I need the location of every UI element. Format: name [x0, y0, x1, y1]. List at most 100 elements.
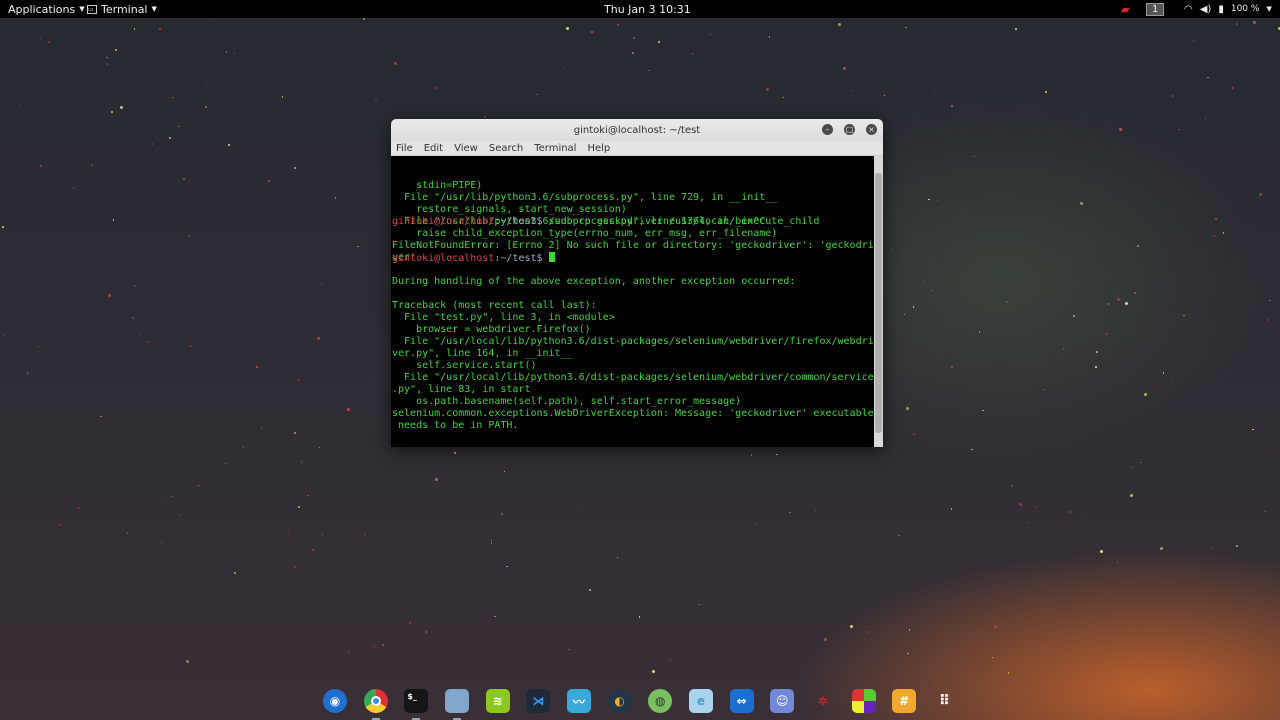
show-applications-icon[interactable]: ⠿: [933, 689, 957, 713]
workspace-indicator[interactable]: 1: [1146, 0, 1165, 18]
prompt-path: :~/test$: [494, 253, 543, 264]
star: [171, 495, 174, 498]
recording-icon[interactable]: ▰: [1121, 0, 1129, 18]
star: [206, 80, 209, 83]
applications-label: Applications: [8, 2, 76, 16]
dock-spotify-icon[interactable]: ≋: [485, 689, 510, 713]
star: [106, 56, 108, 59]
star: [212, 115, 215, 118]
star: [1134, 292, 1136, 294]
dock-spider-icon[interactable]: ✲: [811, 689, 835, 713]
star: [281, 96, 284, 98]
star: [935, 89, 937, 92]
star: [883, 94, 886, 97]
star: [1170, 377, 1173, 380]
menu-terminal[interactable]: Terminal: [534, 143, 576, 154]
clock[interactable]: Thu Jan 3 10:31: [604, 0, 691, 18]
star: [225, 51, 228, 53]
minimize-button[interactable]: –: [822, 124, 833, 135]
menu-view[interactable]: View: [454, 143, 478, 154]
dock-edge-icon[interactable]: e: [688, 689, 713, 713]
star: [951, 105, 953, 107]
star: [294, 167, 296, 169]
title-bar[interactable]: gintoki@localhost: ~/test – □ ×: [391, 119, 883, 141]
star: [866, 631, 868, 633]
star: [823, 637, 827, 641]
star: [1116, 298, 1120, 302]
star: [898, 534, 900, 537]
star: [890, 249, 893, 251]
scrollbar[interactable]: [874, 156, 883, 447]
star: [287, 532, 290, 535]
star: [782, 96, 784, 99]
star: [370, 426, 373, 429]
star: [169, 137, 171, 139]
star: [1239, 629, 1241, 632]
star: [162, 498, 165, 501]
star: [589, 589, 591, 591]
terminal-app-menu[interactable]: ▭ Terminal ▼: [87, 0, 157, 18]
star: [912, 306, 915, 308]
close-button[interactable]: ×: [866, 124, 877, 135]
menu-file[interactable]: File: [396, 143, 413, 154]
star: [100, 415, 102, 418]
star: [178, 514, 181, 516]
star: [1131, 466, 1133, 469]
menu-edit[interactable]: Edit: [424, 143, 443, 154]
star: [294, 432, 296, 434]
system-status-menu[interactable]: ◠ ◀) ▮ 100 % ▼: [1184, 0, 1272, 18]
star: [307, 494, 309, 497]
star: [1131, 328, 1134, 331]
star: [115, 49, 117, 51]
star: [566, 27, 570, 31]
star: [1231, 87, 1234, 89]
star: [106, 63, 108, 65]
star: [978, 331, 981, 333]
star: [490, 542, 493, 544]
star: [632, 52, 634, 54]
star: [536, 93, 538, 96]
star: [982, 409, 984, 412]
star: [1253, 21, 1257, 25]
star: [384, 340, 387, 343]
star: [262, 524, 265, 527]
terminal-output[interactable]: stdin=PIPE) File "/usr/lib/python3.6/sub…: [392, 156, 874, 447]
dock-system-monitor-icon[interactable]: 〰: [566, 689, 591, 713]
star: [210, 18, 213, 21]
star: [1105, 333, 1108, 335]
dock-vscode-icon[interactable]: ⋊: [526, 689, 551, 713]
dock-discord-icon[interactable]: ☺: [770, 689, 795, 713]
star: [691, 52, 694, 55]
dock-terminal-icon[interactable]: $_: [404, 689, 429, 720]
star: [2, 226, 4, 228]
menu-search[interactable]: Search: [489, 143, 523, 154]
dock-colors-icon[interactable]: [851, 689, 876, 713]
applications-menu[interactable]: Applications ▼: [8, 0, 85, 18]
star: [1067, 137, 1070, 140]
star: [334, 197, 337, 199]
menu-help[interactable]: Help: [587, 143, 610, 154]
terminal-line: File "/usr/local/lib/python3.6/dist-pack…: [392, 336, 874, 347]
star: [951, 366, 953, 368]
window-title: gintoki@localhost: ~/test: [573, 124, 701, 136]
dock-scratch-icon[interactable]: ◐: [607, 689, 632, 713]
dock-teamviewer-icon[interactable]: ⇔: [729, 689, 754, 713]
dock-chrome-icon[interactable]: [363, 689, 388, 720]
dock-files-icon[interactable]: [444, 689, 469, 720]
dock-hashtag-icon[interactable]: #: [892, 689, 917, 713]
star: [186, 659, 190, 663]
star: [765, 87, 769, 91]
star: [907, 652, 909, 655]
star: [242, 446, 245, 448]
dock-firefox-icon[interactable]: ◉: [323, 689, 347, 713]
star: [133, 28, 136, 30]
star: [1080, 202, 1084, 206]
scrollbar-thumb[interactable]: [875, 173, 882, 433]
dock-tor-browser-icon[interactable]: ◍: [648, 689, 673, 713]
star: [160, 541, 162, 544]
maximize-button[interactable]: □: [844, 124, 855, 135]
terminal-window[interactable]: gintoki@localhost: ~/test – □ × File Edi…: [391, 119, 883, 447]
star: [1160, 546, 1164, 550]
star: [1107, 303, 1110, 305]
